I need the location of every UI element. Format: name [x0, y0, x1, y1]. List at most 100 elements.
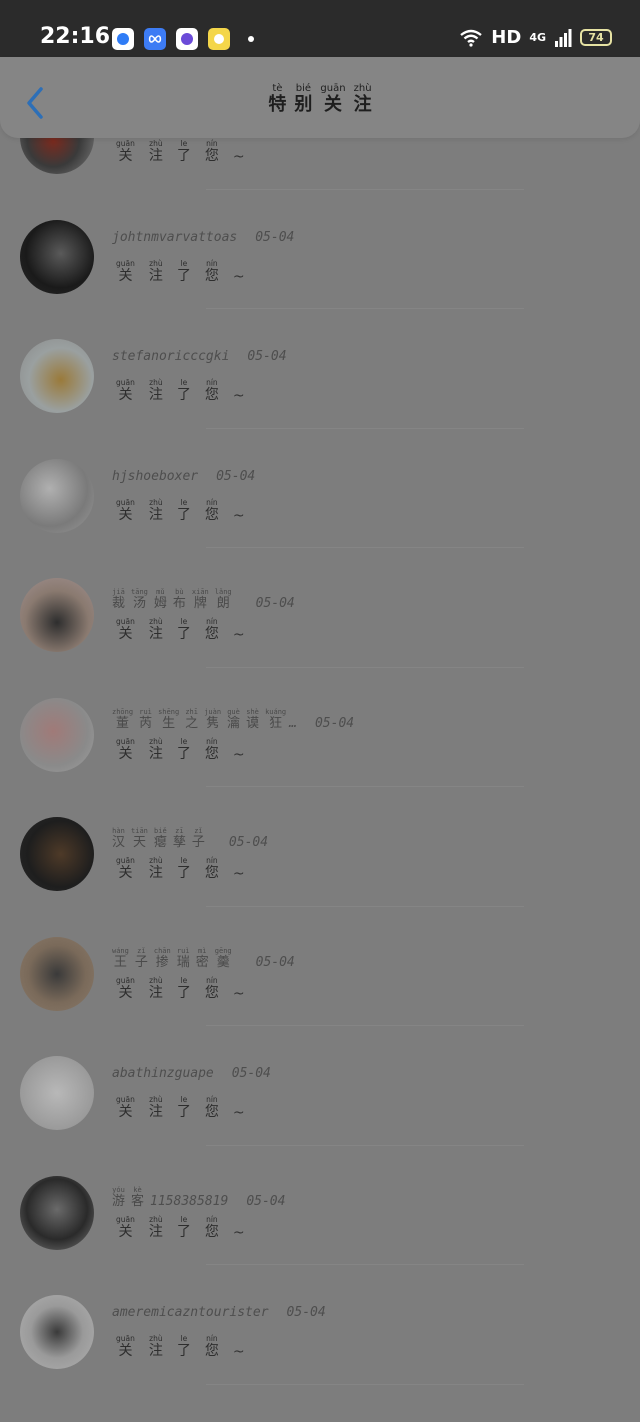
avatar[interactable]: [20, 458, 94, 533]
message-char-pinyin: zhù: [148, 1334, 163, 1343]
avatar[interactable]: [20, 936, 94, 1011]
title-char: 特tè: [268, 83, 286, 116]
name-char-pinyin: hàn: [112, 827, 125, 835]
name-char-pinyin: zhōng: [112, 707, 134, 716]
name-char-pinyin: mǔ: [153, 588, 167, 596]
user-name[interactable]: abathinzguape: [112, 1066, 214, 1081]
message-char-char: 了: [176, 1223, 191, 1240]
avatar[interactable]: [20, 697, 94, 772]
date: 05-04: [246, 1193, 286, 1209]
list-item[interactable]: 裁jiā 汤tāng 姆mǔ 布bù 牌xiān 朗lǎng 05-04 关guān 注zhù 了…: [0, 548, 640, 668]
message-char-char: 注: [148, 1104, 163, 1120]
user-name[interactable]: hjshoeboxer: [112, 469, 198, 484]
date: 05-04: [255, 229, 295, 245]
list-item[interactable]: abathinzguape 05-04 关guān 注zhù 了le 您nín ~: [0, 1026, 640, 1146]
name-char-pinyin: xiān: [191, 588, 209, 596]
user-name[interactable]: 董zhōng 芮ruì 生shēng 之zhī 隽juàn 瀹guè 谟shè 狂kuáng…: [112, 708, 297, 731]
message-char-char: 注: [148, 387, 163, 403]
user-name[interactable]: 汉hàn 天tiān 瘪biě 孳zī 子zǐ: [112, 827, 211, 850]
title-char-pinyin: guān: [320, 83, 346, 94]
title-char: 注zhù: [354, 83, 372, 116]
message-char-pinyin: zhù: [148, 497, 163, 507]
avatar[interactable]: [20, 339, 94, 413]
name-char-pinyin: ruì: [139, 707, 153, 716]
name-char: 瀹guè: [227, 708, 240, 731]
message-text: 关guān 注zhù 了le 您nín ~: [116, 1334, 245, 1360]
message-char: 关guān: [116, 498, 135, 524]
list-item[interactable]: 董zhōng 芮ruì 生shēng 之zhī 隽juàn 瀹guè 谟shè 狂kuáng……: [0, 668, 640, 787]
name-char-pinyin: yóu: [112, 1185, 125, 1194]
message-char-char: 注: [148, 865, 163, 881]
avatar[interactable]: [20, 219, 94, 294]
message-char-char: 您: [204, 267, 219, 284]
name-char-char: 生: [158, 715, 180, 731]
infinity-app-icon: [144, 28, 166, 50]
name-char-char: 隽: [204, 715, 222, 731]
message-text: 关guān 注zhù 了le 您nín ~: [116, 139, 245, 165]
message-char: 关guān: [116, 975, 135, 1002]
name-char-pinyin: bù: [172, 588, 186, 596]
list-item[interactable]: johtnmvarvattoas 05-04 关guān 注zhù 了le 您nín ~: [0, 190, 640, 309]
avatar[interactable]: [20, 1056, 94, 1130]
message-char: 了le: [177, 498, 191, 524]
avatar[interactable]: [20, 817, 94, 891]
message-text: 关guān 注zhù 了le 您nín ~: [116, 378, 245, 404]
message-char-pinyin: le: [176, 975, 191, 985]
name-char-char: 汉: [112, 835, 126, 850]
avatar[interactable]: [20, 1175, 94, 1250]
list-item[interactable]: hjshoeboxer 05-04 关guān 注zhù 了le 您nín ~: [0, 429, 640, 548]
message-char: 了le: [176, 139, 191, 165]
message-char-char: 注: [148, 1343, 163, 1359]
message-text: 关guān 注zhù 了le 您nín ~: [116, 1095, 245, 1121]
message-char-char: 注: [148, 745, 163, 762]
message-char-pinyin: le: [176, 139, 191, 148]
hd-indicator: HD: [491, 27, 522, 48]
name-char: 布bù: [172, 588, 186, 611]
app-notification-icon: [112, 28, 134, 50]
message-char: 您nín: [204, 617, 219, 643]
date: 05-04: [255, 954, 295, 970]
user-name[interactable]: 游yóu 客kè 1158385819: [112, 1186, 228, 1209]
name-char-char: 布: [172, 596, 186, 611]
message-char-char: 了: [176, 1104, 191, 1120]
name-suffix: 1158385819: [150, 1193, 229, 1209]
list-item[interactable]: 汉hàn 天tiān 瘪biě 孳zī 子zǐ 05-04 关guān 注zhù 了le 您nín…: [0, 787, 640, 907]
message-char-pinyin: zhù: [148, 617, 163, 626]
message-char-pinyin: nín: [204, 139, 219, 148]
message-char: 了le: [176, 617, 191, 643]
name-row: 董zhōng 芮ruì 生shēng 之zhī 隽juàn 瀹guè 谟shè 狂kuáng……: [112, 708, 354, 731]
avatar[interactable]: [20, 578, 94, 652]
title-char-pinyin: tè: [268, 83, 287, 94]
message-char-pinyin: nín: [204, 975, 219, 985]
user-name[interactable]: johtnmvarvattoas: [112, 230, 237, 245]
user-name[interactable]: stefanoricccgki: [112, 349, 229, 364]
message-char-pinyin: le: [176, 856, 191, 865]
message-char: 关guān: [116, 1095, 135, 1121]
user-name[interactable]: ameremicazntourister: [112, 1305, 269, 1320]
list-item[interactable]: ameremicazntourister 05-04 关guān 注zhù 了le 您ní…: [0, 1265, 640, 1385]
message-char: 了le: [176, 1214, 191, 1241]
message-char-char: 关: [116, 984, 135, 1001]
message-char: 了le: [177, 378, 191, 404]
list-item[interactable]: 王wáng 子zǐ 掺chān 瑞ruì 密mì 羹gēng 05-04 关guān 注zhù 了…: [0, 907, 640, 1026]
message-char-char: 您: [204, 626, 219, 642]
user-name[interactable]: 王wáng 子zǐ 掺chān 瑞ruì 密mì 羹gēng: [112, 947, 238, 970]
name-row: abathinzguape 05-04: [112, 1066, 271, 1081]
message-suffix: ~: [232, 627, 245, 643]
message-char: 注zhù: [149, 1215, 163, 1241]
name-char-char: 子: [191, 835, 205, 850]
message-char-pinyin: le: [176, 1214, 191, 1224]
name-char-pinyin: tiān: [131, 827, 148, 835]
message-char-pinyin: guān: [116, 258, 135, 268]
message-text: 关guān 注zhù 了le 您nín ~: [116, 856, 245, 882]
message-char-pinyin: le: [176, 617, 191, 626]
message-char-pinyin: zhù: [148, 1095, 163, 1104]
list-item[interactable]: 游yóu 客kè 1158385819 05-04 关guān 注zhù 了le 您nín ~: [0, 1146, 640, 1265]
message-char-char: 了: [176, 1343, 191, 1359]
user-name[interactable]: 裁jiā 汤tāng 姆mǔ 布bù 牌xiān 朗lǎng: [112, 588, 238, 611]
list-item[interactable]: stefanoricccgki 05-04 关guān 注zhù 了le 您nín ~: [0, 309, 640, 429]
name-char-pinyin: zī: [172, 827, 186, 835]
message-suffix: ~: [232, 507, 245, 524]
avatar[interactable]: [20, 1295, 94, 1369]
message-char-pinyin: guān: [116, 975, 135, 985]
